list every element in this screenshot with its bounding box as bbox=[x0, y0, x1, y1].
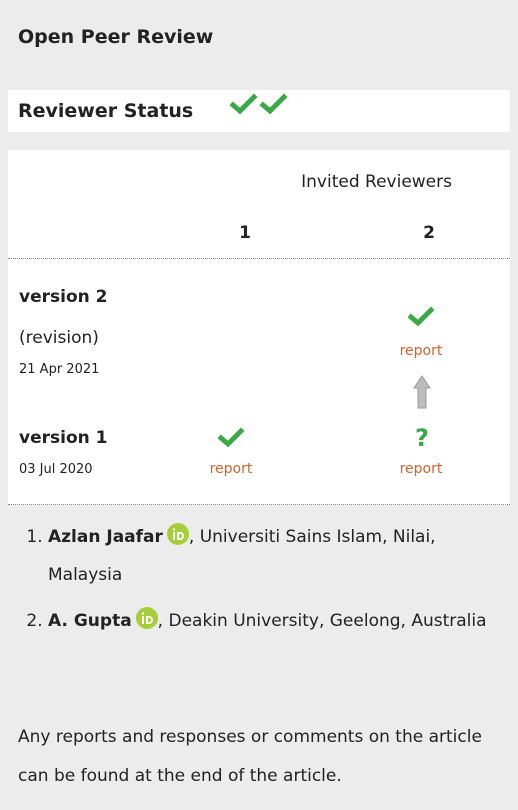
check-icon bbox=[408, 306, 434, 327]
footer-note: Any reports and responses or comments on… bbox=[18, 727, 482, 786]
version-1-reviewer-1-report-link[interactable]: report bbox=[196, 461, 266, 477]
reviewer-item: A. Gupta , Deakin University, Geelong, Au… bbox=[48, 602, 500, 640]
table-divider bbox=[8, 258, 510, 259]
reviewer-list: Azlan Jaafar, Universiti Sains Islam, Ni… bbox=[20, 518, 500, 648]
version-1-date: 03 Jul 2020 bbox=[19, 462, 93, 477]
arrow-up-icon bbox=[413, 375, 431, 409]
orcid-icon[interactable] bbox=[135, 605, 158, 629]
version-2-reviewer-2-report-link[interactable]: report bbox=[386, 343, 456, 359]
reviewer-affiliation: , Deakin University, Geelong, Australia bbox=[157, 611, 487, 631]
reviewer-status-label: Reviewer Status bbox=[18, 100, 194, 122]
reviewer-item: Azlan Jaafar, Universiti Sains Islam, Ni… bbox=[48, 518, 500, 594]
invited-reviewers-label: Invited Reviewers bbox=[301, 172, 452, 192]
reviewer-column-2: 2 bbox=[423, 223, 435, 243]
orcid-icon[interactable] bbox=[166, 521, 189, 545]
check-icon bbox=[259, 93, 288, 115]
check-icon bbox=[218, 427, 244, 448]
reviewer-name[interactable]: A. Gupta bbox=[48, 611, 132, 631]
section-title: Open Peer Review bbox=[18, 26, 214, 48]
version-2-subtitle: (revision) bbox=[19, 328, 99, 348]
reviewer-status-icons bbox=[229, 90, 299, 124]
version-2-date: 21 Apr 2021 bbox=[19, 362, 100, 377]
version-1-title: version 1 bbox=[19, 428, 108, 448]
question-icon: ? bbox=[415, 424, 429, 451]
reviewer-column-1: 1 bbox=[239, 223, 251, 243]
svg-text:?: ? bbox=[415, 424, 429, 451]
review-status-table: Invited Reviewers 1 2 version 2 (revisio… bbox=[8, 150, 510, 505]
version-2-title: version 2 bbox=[19, 287, 108, 307]
check-icon bbox=[229, 93, 258, 115]
table-divider bbox=[8, 504, 510, 505]
open-peer-review-page: Open Peer Review Reviewer Status Invited… bbox=[0, 0, 518, 810]
reviewer-name[interactable]: Azlan Jaafar bbox=[48, 527, 163, 547]
version-1-reviewer-2-report-link[interactable]: report bbox=[386, 461, 456, 477]
